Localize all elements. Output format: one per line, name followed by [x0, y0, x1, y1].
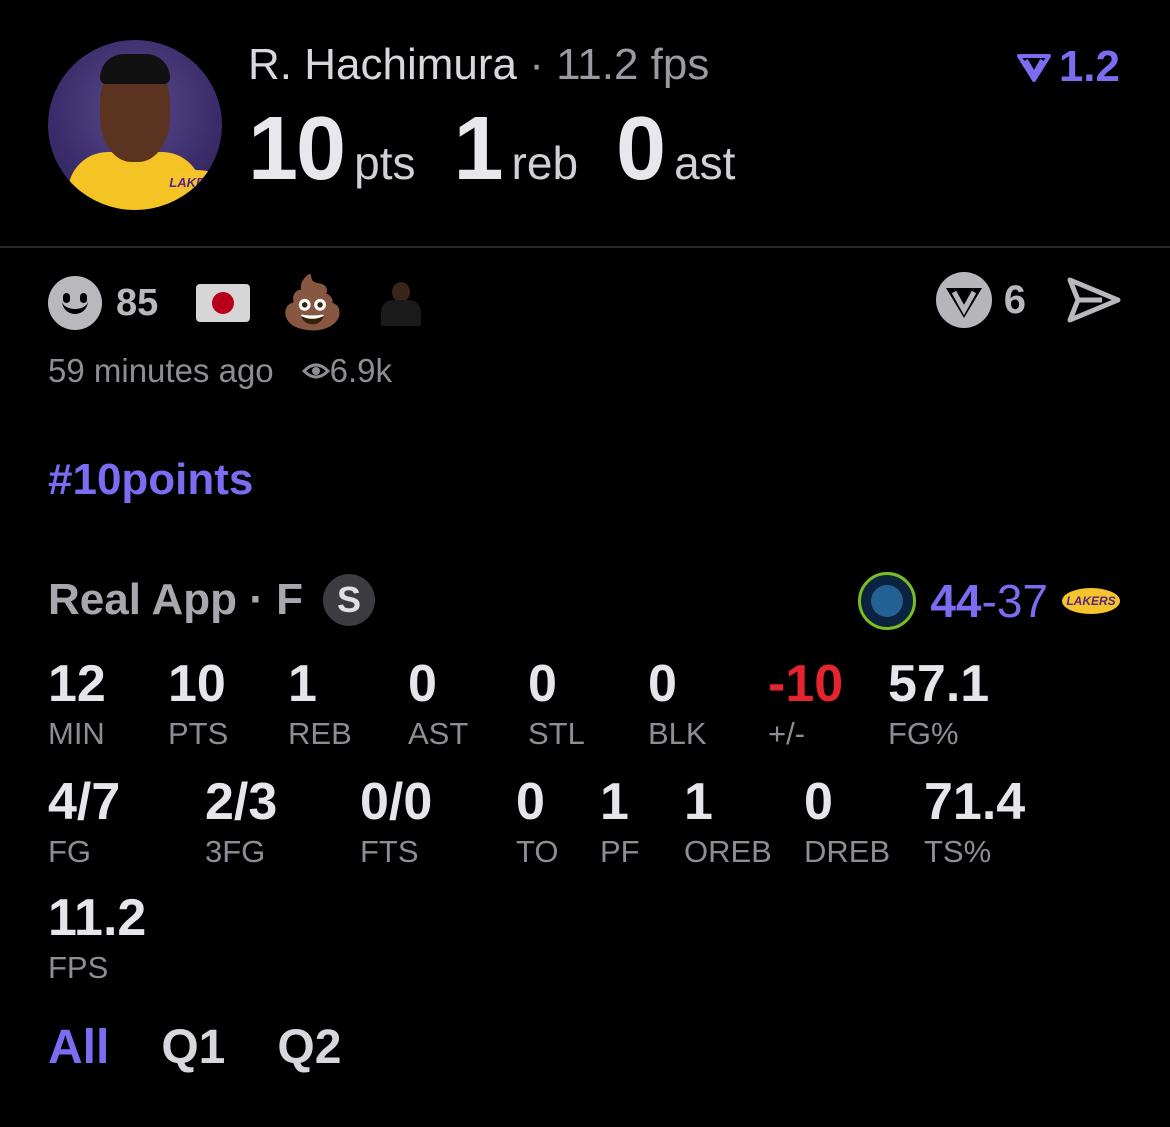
stat-label: TS% [924, 834, 992, 869]
view-count: 6.9k [329, 352, 393, 389]
stat-label: DREB [804, 834, 891, 869]
poop-emoji-icon[interactable]: 💩 [280, 277, 345, 329]
score-separator: - [981, 575, 997, 627]
stat-value: 2/3 [205, 773, 278, 831]
share-area: 6 [935, 272, 1122, 328]
stat-label: MIN [48, 716, 105, 751]
stat-label: TO [516, 834, 559, 869]
stat-ast: 0 AST [408, 654, 468, 752]
stat-value: 10 [168, 655, 226, 713]
reactions-bar: 85 💩 [48, 276, 427, 330]
stat-value: 11.2 [48, 889, 147, 947]
stat-reb: 1 REB [288, 654, 352, 752]
stat-fps: 11.2 FPS [48, 888, 146, 986]
share-count: 6 [1003, 277, 1026, 322]
stat-fts: 0/0 FTS [360, 772, 432, 870]
stat-pts: 10 PTS [168, 654, 228, 752]
headline-pts: 10 [248, 99, 346, 199]
headline-statline: 10 pts 1 reb 0 ast [248, 98, 773, 201]
japan-flag-icon[interactable] [196, 284, 251, 322]
stat-label: REB [288, 716, 352, 751]
stat-value: 4/7 [48, 773, 121, 831]
stat-dreb: 0 DREB [804, 772, 890, 870]
boost-value: 1.2 [1058, 42, 1120, 91]
stat-value: 0 [408, 655, 437, 713]
stat-stl: 0 STL [528, 654, 585, 752]
stat-fg-pct: 57.1 FG% [888, 654, 989, 752]
stat-to: 0 TO [516, 772, 559, 870]
player-name[interactable]: R. Hachimura [248, 40, 517, 89]
reaction-count: 85 [116, 281, 159, 324]
person-emoji-icon[interactable] [375, 280, 427, 326]
headline-reb-unit: reb [511, 137, 579, 189]
stat-value: 1 [684, 773, 713, 831]
stat-3fg: 2/3 3FG [205, 772, 277, 870]
game-score[interactable]: 44-37 LAKERS [858, 572, 1120, 630]
starter-badge: S [323, 574, 376, 626]
stat-plus-minus: -10 +/- [768, 654, 843, 752]
headline-ast: 0 [616, 99, 666, 199]
game-info: Real App · F S [48, 574, 376, 626]
tab-all[interactable]: All [48, 1020, 109, 1075]
stat-label: FG% [888, 716, 959, 751]
stat-label: FTS [360, 834, 419, 869]
stat-oreb: 1 OREB [684, 772, 772, 870]
home-score: 44 [930, 575, 982, 627]
stat-label: BLK [648, 716, 707, 751]
boost-icon [1016, 54, 1051, 82]
headline-ast-unit: ast [674, 137, 736, 189]
stat-ts-pct: 71.4 TS% [924, 772, 1025, 870]
stat-label: OREB [684, 834, 772, 869]
stat-value: 0 [804, 773, 833, 831]
stat-blk: 0 BLK [648, 654, 707, 752]
tab-q2[interactable]: Q2 [277, 1020, 341, 1075]
stat-label: +/- [768, 716, 806, 751]
stat-label: PTS [168, 716, 229, 751]
smiley-icon[interactable] [48, 276, 102, 330]
time-ago: 59 minutes ago [48, 352, 274, 389]
player-avatar[interactable]: LAKERS [48, 40, 222, 210]
stat-value: 71.4 [924, 773, 1026, 831]
tab-q1[interactable]: Q1 [161, 1020, 225, 1075]
away-score: 37 [996, 575, 1048, 627]
player-name-line: R. Hachimura · 11.2 fps [248, 40, 709, 90]
stat-fg: 4/7 FG [48, 772, 120, 870]
period-tabs: All Q1 Q2 [48, 1020, 393, 1075]
player-header: LAKERS R. Hachimura · 11.2 fps 1.2 10 pt… [0, 0, 1170, 248]
stat-pf: 1 PF [600, 772, 640, 870]
stat-value: 12 [48, 655, 106, 713]
hashtag-link[interactable]: #10points [48, 455, 253, 505]
lakers-logo-small: LAKERS [1062, 588, 1120, 614]
player-fps: · 11.2 fps [529, 40, 710, 89]
boost-indicator[interactable]: 1.2 [1016, 42, 1120, 92]
stat-min: 12 MIN [48, 654, 106, 752]
stat-value: 57.1 [888, 655, 990, 713]
stat-value: 0 [528, 655, 557, 713]
timberwolves-logo [858, 572, 917, 630]
post-meta: 59 minutes ago 6.9k [48, 352, 392, 390]
stat-label: STL [528, 716, 585, 751]
stat-value: 1 [600, 773, 629, 831]
stat-source: Real App [48, 575, 238, 624]
stat-label: 3FG [205, 834, 266, 869]
headline-pts-unit: pts [354, 137, 416, 189]
stat-label: FPS [48, 950, 109, 985]
views: 6.9k [301, 352, 393, 390]
stat-label: FG [48, 834, 92, 869]
v-logo-icon[interactable] [935, 272, 992, 328]
stat-label: AST [408, 716, 469, 751]
eye-icon [301, 363, 330, 379]
headline-reb: 1 [453, 99, 503, 199]
stat-value: 1 [288, 655, 317, 713]
stat-value: 0 [516, 773, 545, 831]
stat-value: -10 [768, 655, 844, 713]
stat-label: PF [600, 834, 640, 869]
stat-value: 0/0 [360, 773, 433, 831]
stat-value: 0 [648, 655, 677, 713]
send-icon[interactable] [1066, 276, 1122, 324]
lakers-logo: LAKERS [168, 170, 222, 196]
player-position: · F [249, 575, 304, 624]
